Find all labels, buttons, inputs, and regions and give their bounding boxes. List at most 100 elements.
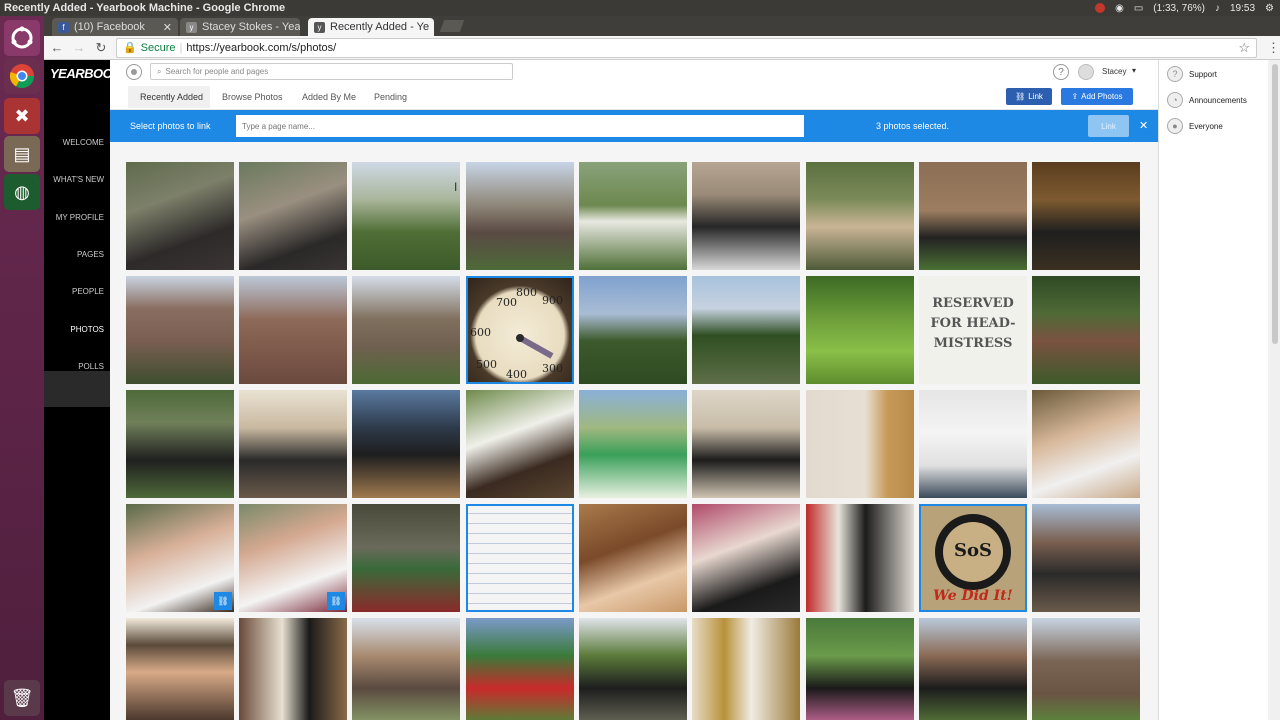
search-input[interactable]: ⌕ Search for people and pages [150,63,513,80]
settings-gear-icon[interactable]: ⚙ [1265,3,1274,14]
nav-welcome[interactable]: WELCOME [63,138,104,147]
photo-thumbnail[interactable] [806,390,914,498]
tab-browse-photos[interactable]: Browse Photos [222,92,283,102]
nav-whats-new[interactable]: WHAT'S NEW [53,175,104,184]
photo-thumbnail[interactable] [692,618,800,720]
photo-thumbnail-selected[interactable]: SoS We Did It! [919,504,1027,612]
photo-thumbnail[interactable] [692,276,800,384]
photo-thumbnail[interactable] [126,618,234,720]
address-bar: ← → ↻ 🔒 Secure | https://yearbook.com/s/… [44,36,1280,60]
nav-polls[interactable]: POLLS [78,362,104,371]
photo-thumbnail[interactable] [466,618,574,720]
forward-arrow-icon[interactable]: → [70,40,88,55]
photo-thumbnail[interactable] [919,162,1027,270]
user-name[interactable]: Stacey [1102,67,1126,76]
url-field[interactable]: 🔒 Secure | https://yearbook.com/s/photos… [115,37,1257,58]
support-link[interactable]: ? Support [1167,66,1217,82]
photo-thumbnail[interactable] [239,618,347,720]
photo-thumbnail[interactable] [692,162,800,270]
bookmark-star-icon[interactable]: ☆ [1238,40,1250,56]
add-photos-button[interactable]: ⇪ Add Photos [1061,88,1133,105]
home-icon[interactable] [126,64,142,80]
nav-photos[interactable]: PHOTOS [70,325,104,334]
photo-thumbnail[interactable]: ⛓ [126,504,234,612]
reload-icon[interactable]: ↻ [92,40,110,56]
photo-thumbnail[interactable] [919,618,1027,720]
everyone-link[interactable]: ● Everyone [1167,118,1223,134]
photo-thumbnail[interactable] [239,390,347,498]
photo-thumbnail[interactable] [126,390,234,498]
photo-thumbnail[interactable] [692,504,800,612]
link-button[interactable]: ⛓ Link [1006,88,1052,105]
photo-thumbnail[interactable] [692,390,800,498]
back-arrow-icon[interactable]: ← [48,40,66,55]
browser-menu-icon[interactable]: ⋮ [1267,40,1280,56]
clock[interactable]: 19:53 [1230,3,1255,14]
page-name-input[interactable] [236,115,804,137]
photo-thumbnail[interactable] [1032,162,1140,270]
photo-thumbnail[interactable] [352,504,460,612]
volume-icon[interactable]: ♪ [1215,3,1220,14]
announcements-link[interactable]: ◔ Announcements [1167,92,1247,108]
wifi-icon[interactable]: ◉ [1115,3,1124,14]
photo-thumbnail[interactable] [352,162,460,270]
photo-thumbnail[interactable] [579,618,687,720]
photo-thumbnail[interactable] [466,162,574,270]
tab-facebook[interactable]: f (10) Facebook ✕ [52,18,178,36]
photo-thumbnail[interactable] [1032,390,1140,498]
tab-added-by-me[interactable]: Added By Me [302,92,356,102]
svg-text:400: 400 [506,368,527,381]
help-icon[interactable]: ? [1053,64,1069,80]
photo-thumbnail[interactable] [806,276,914,384]
photo-thumbnail[interactable] [352,276,460,384]
ubuntu-dash-icon[interactable] [4,20,40,56]
scrollbar[interactable] [1270,60,1280,720]
photo-thumbnail[interactable] [126,276,234,384]
photo-thumbnail[interactable] [579,390,687,498]
battery-icon[interactable]: ▭ [1134,3,1143,14]
photo-thumbnail[interactable] [466,390,574,498]
nav-pages[interactable]: PAGES [77,250,104,259]
photo-thumbnail[interactable] [352,618,460,720]
linked-badge-icon[interactable]: ⛓ [327,592,345,610]
photo-thumbnail[interactable] [1032,276,1140,384]
photo-thumbnail[interactable] [806,162,914,270]
photo-thumbnail-selected[interactable] [466,504,574,612]
photo-thumbnail-selected[interactable]: 700 800 900 600 500 400 300 [466,276,574,384]
chrome-icon[interactable] [4,58,40,94]
tab-recently-added[interactable]: y Recently Added - Ye ✕ [308,18,434,36]
add-photos-label: Add Photos [1081,92,1123,101]
close-icon[interactable]: ✕ [1139,119,1148,132]
tab-recently-added[interactable]: Recently Added [140,92,203,102]
photo-thumbnail[interactable] [126,162,234,270]
nav-my-profile[interactable]: MY PROFILE [56,213,104,222]
photo-thumbnail[interactable] [1032,618,1140,720]
user-menu-caret-icon[interactable]: ▾ [1132,66,1136,75]
globe-icon[interactable]: ◍ [4,174,40,210]
scrollbar-thumb[interactable] [1272,64,1278,344]
photo-thumbnail[interactable] [579,504,687,612]
photo-thumbnail[interactable]: ⛓ [239,504,347,612]
link-submit-button[interactable]: Link [1088,115,1129,137]
photo-thumbnail[interactable]: RESERVED FOR HEAD-MISTRESS [919,276,1027,384]
tab-stacey-stokes[interactable]: y Stacey Stokes - Yea ✕ [180,18,300,36]
linked-badge-icon[interactable]: ⛓ [214,592,232,610]
trash-icon[interactable]: 🗑 [4,680,40,716]
photo-thumbnail[interactable] [919,390,1027,498]
photo-thumbnail[interactable] [239,162,347,270]
nav-people[interactable]: PEOPLE [72,287,104,296]
close-tab-icon[interactable]: ✕ [163,21,172,34]
browser-tab-strip: f (10) Facebook ✕ y Stacey Stokes - Yea … [44,16,1280,36]
yearbook-favicon-icon: y [186,21,197,33]
photo-thumbnail[interactable] [352,390,460,498]
photo-thumbnail[interactable] [579,162,687,270]
photo-thumbnail[interactable] [806,618,914,720]
photo-thumbnail[interactable] [806,504,914,612]
photo-thumbnail[interactable] [239,276,347,384]
tab-pending[interactable]: Pending [374,92,407,102]
photo-thumbnail[interactable] [1032,504,1140,612]
photo-thumbnail[interactable] [579,276,687,384]
user-avatar[interactable] [1078,64,1094,80]
tools-icon[interactable]: ✖ [4,98,40,134]
file-manager-icon[interactable]: ▤ [4,136,40,172]
